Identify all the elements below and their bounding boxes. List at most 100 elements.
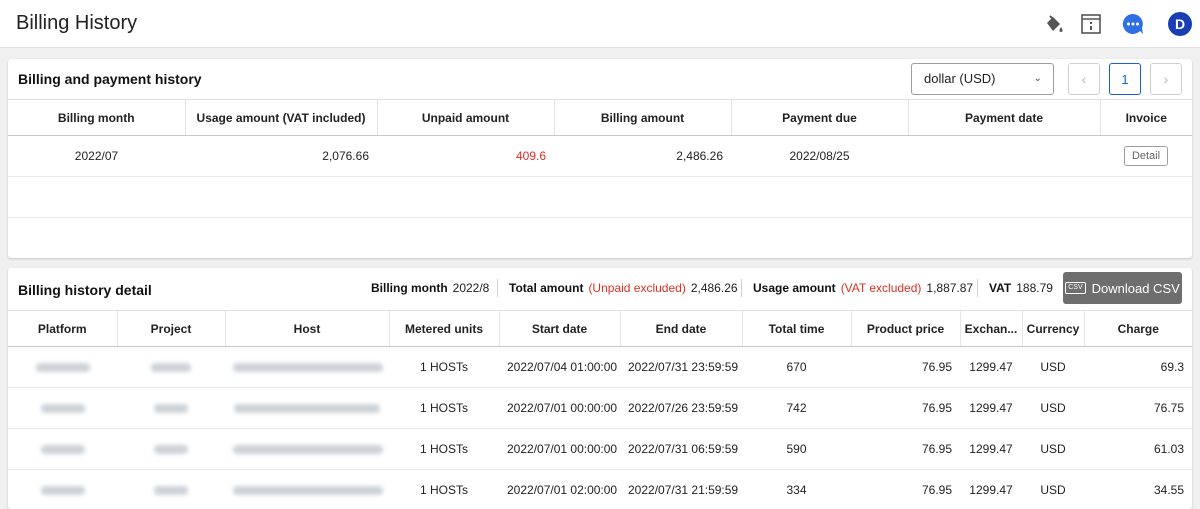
usage-amount-value: 1,887.87	[926, 281, 974, 295]
redacted-value	[40, 486, 85, 496]
vat-label: VAT	[989, 281, 1012, 295]
chevron-left-icon: ‹	[1081, 71, 1087, 87]
usage-amount-cell: 2,076.66	[185, 135, 377, 177]
column-header[interactable]: Unpaid amount	[377, 99, 555, 136]
redacted-value	[35, 363, 90, 373]
end-date-cell: 2022/07/26 23:59:59	[620, 387, 742, 429]
download-csv-button[interactable]: CSV Download CSV	[1063, 272, 1182, 304]
host-cell	[225, 428, 389, 470]
divider	[977, 279, 978, 297]
column-header[interactable]: Charge	[1084, 310, 1192, 347]
total-time-cell: 670	[742, 346, 851, 388]
platform-cell	[8, 428, 117, 470]
column-header[interactable]: Billing amount	[554, 99, 732, 136]
unpaid-amount-cell: 409.6	[377, 135, 554, 177]
billing-month-label: Billing month	[371, 281, 448, 295]
start-date-cell: 2022/07/01 02:00:00	[499, 469, 620, 509]
next-page-button[interactable]: ›	[1150, 63, 1182, 95]
end-date-cell: 2022/07/31 21:59:59	[620, 469, 742, 509]
column-header[interactable]: Payment due	[731, 99, 909, 136]
redacted-value	[154, 486, 188, 496]
billing-detail-table: Platform Project Host Metered units Star…	[8, 310, 1192, 509]
project-cell	[117, 428, 225, 470]
total-amount-value: 2,486.26	[690, 281, 738, 295]
start-date-cell: 2022/07/01 00:00:00	[499, 428, 620, 470]
project-cell	[117, 387, 225, 429]
summary-vat: VAT 188.79	[989, 280, 1053, 296]
product-price-cell: 76.95	[851, 469, 960, 509]
vat-value: 188.79	[1016, 281, 1053, 295]
notice-icon[interactable]	[1079, 12, 1103, 36]
metered-units-cell: 1 HOSTs	[389, 346, 499, 388]
chat-icon[interactable]	[1121, 12, 1145, 36]
empty-row	[8, 176, 1192, 218]
column-header[interactable]: Usage amount (VAT included)	[185, 99, 378, 136]
table-row[interactable]: 1 HOSTs 2022/07/01 02:00:00 2022/07/31 2…	[8, 469, 1192, 509]
column-header[interactable]: Project	[117, 310, 226, 347]
host-cell	[225, 387, 389, 429]
currency-cell: USD	[1022, 346, 1084, 388]
column-header[interactable]: End date	[620, 310, 743, 347]
chevron-down-icon: ⌄	[1033, 73, 1042, 84]
payment-due-cell: 2022/08/25	[731, 135, 908, 177]
table-row[interactable]: 1 HOSTs 2022/07/04 01:00:00 2022/07/31 2…	[8, 346, 1192, 388]
payment-history-title: Billing and payment history	[18, 71, 202, 87]
start-date-cell: 2022/07/04 01:00:00	[499, 346, 620, 388]
divider	[741, 279, 742, 297]
redacted-value	[233, 445, 383, 455]
end-date-cell: 2022/07/31 06:59:59	[620, 428, 742, 470]
product-price-cell: 76.95	[851, 428, 960, 470]
exchange-cell: 1299.47	[960, 469, 1022, 509]
billing-month-value: 2022/8	[452, 281, 490, 295]
usage-amount-label: Usage amount	[753, 281, 836, 295]
billing-month-cell: 2022/07	[8, 135, 185, 177]
total-amount-label: Total amount	[509, 281, 584, 295]
column-header[interactable]: Product price	[851, 310, 961, 347]
billing-amount-cell: 2,486.26	[554, 135, 731, 177]
column-header[interactable]: Start date	[499, 310, 621, 347]
column-header[interactable]: Billing month	[8, 99, 186, 136]
redacted-value	[234, 404, 380, 414]
currency-select-value: dollar (USD)	[924, 71, 996, 86]
column-header[interactable]: Exchan...	[960, 310, 1023, 347]
invoice-detail-button[interactable]: Detail	[1123, 146, 1169, 166]
redacted-value	[154, 404, 188, 414]
column-header[interactable]: Currency	[1022, 310, 1085, 347]
billing-detail-card: Billing history detail Billing month 202…	[8, 268, 1192, 509]
project-cell	[117, 469, 225, 509]
payment-date-cell	[908, 135, 1100, 177]
redacted-value	[40, 404, 85, 414]
payment-history-table: Billing month Usage amount (VAT included…	[8, 99, 1192, 218]
summary-billing-month: Billing month 2022/8	[371, 280, 489, 296]
column-header[interactable]: Invoice	[1100, 99, 1192, 136]
table-header-row: Billing month Usage amount (VAT included…	[8, 99, 1192, 136]
metered-units-cell: 1 HOSTs	[389, 469, 499, 509]
column-header[interactable]: Metered units	[389, 310, 500, 347]
divider	[497, 279, 498, 297]
paint-bucket-icon[interactable]	[1042, 12, 1066, 36]
currency-select[interactable]: dollar (USD) ⌄	[911, 63, 1054, 95]
metered-units-cell: 1 HOSTs	[389, 387, 499, 429]
total-amount-note: (Unpaid excluded)	[588, 281, 686, 295]
table-row[interactable]: 1 HOSTs 2022/07/01 00:00:00 2022/07/31 0…	[8, 428, 1192, 470]
invoice-cell: Detail	[1100, 135, 1192, 177]
column-header[interactable]: Platform	[8, 310, 118, 347]
exchange-cell: 1299.47	[960, 346, 1022, 388]
table-row[interactable]: 2022/07 2,076.66 409.6 2,486.26 2022/08/…	[8, 135, 1192, 177]
end-date-cell: 2022/07/31 23:59:59	[620, 346, 742, 388]
column-header[interactable]: Total time	[742, 310, 852, 347]
avatar[interactable]: D	[1168, 12, 1192, 36]
prev-page-button[interactable]: ‹	[1068, 63, 1100, 95]
table-row[interactable]: 1 HOSTs 2022/07/01 00:00:00 2022/07/26 2…	[8, 387, 1192, 429]
column-header[interactable]: Host	[225, 310, 390, 347]
column-header[interactable]: Payment date	[908, 99, 1101, 136]
table-header-row: Platform Project Host Metered units Star…	[8, 310, 1192, 347]
total-time-cell: 742	[742, 387, 851, 429]
charge-cell: 69.3	[1084, 346, 1192, 388]
charge-cell: 34.55	[1084, 469, 1192, 509]
total-time-cell: 590	[742, 428, 851, 470]
redacted-value	[233, 363, 383, 373]
csv-icon: CSV	[1065, 282, 1086, 294]
page-number-button[interactable]: 1	[1109, 63, 1141, 95]
product-price-cell: 76.95	[851, 387, 960, 429]
